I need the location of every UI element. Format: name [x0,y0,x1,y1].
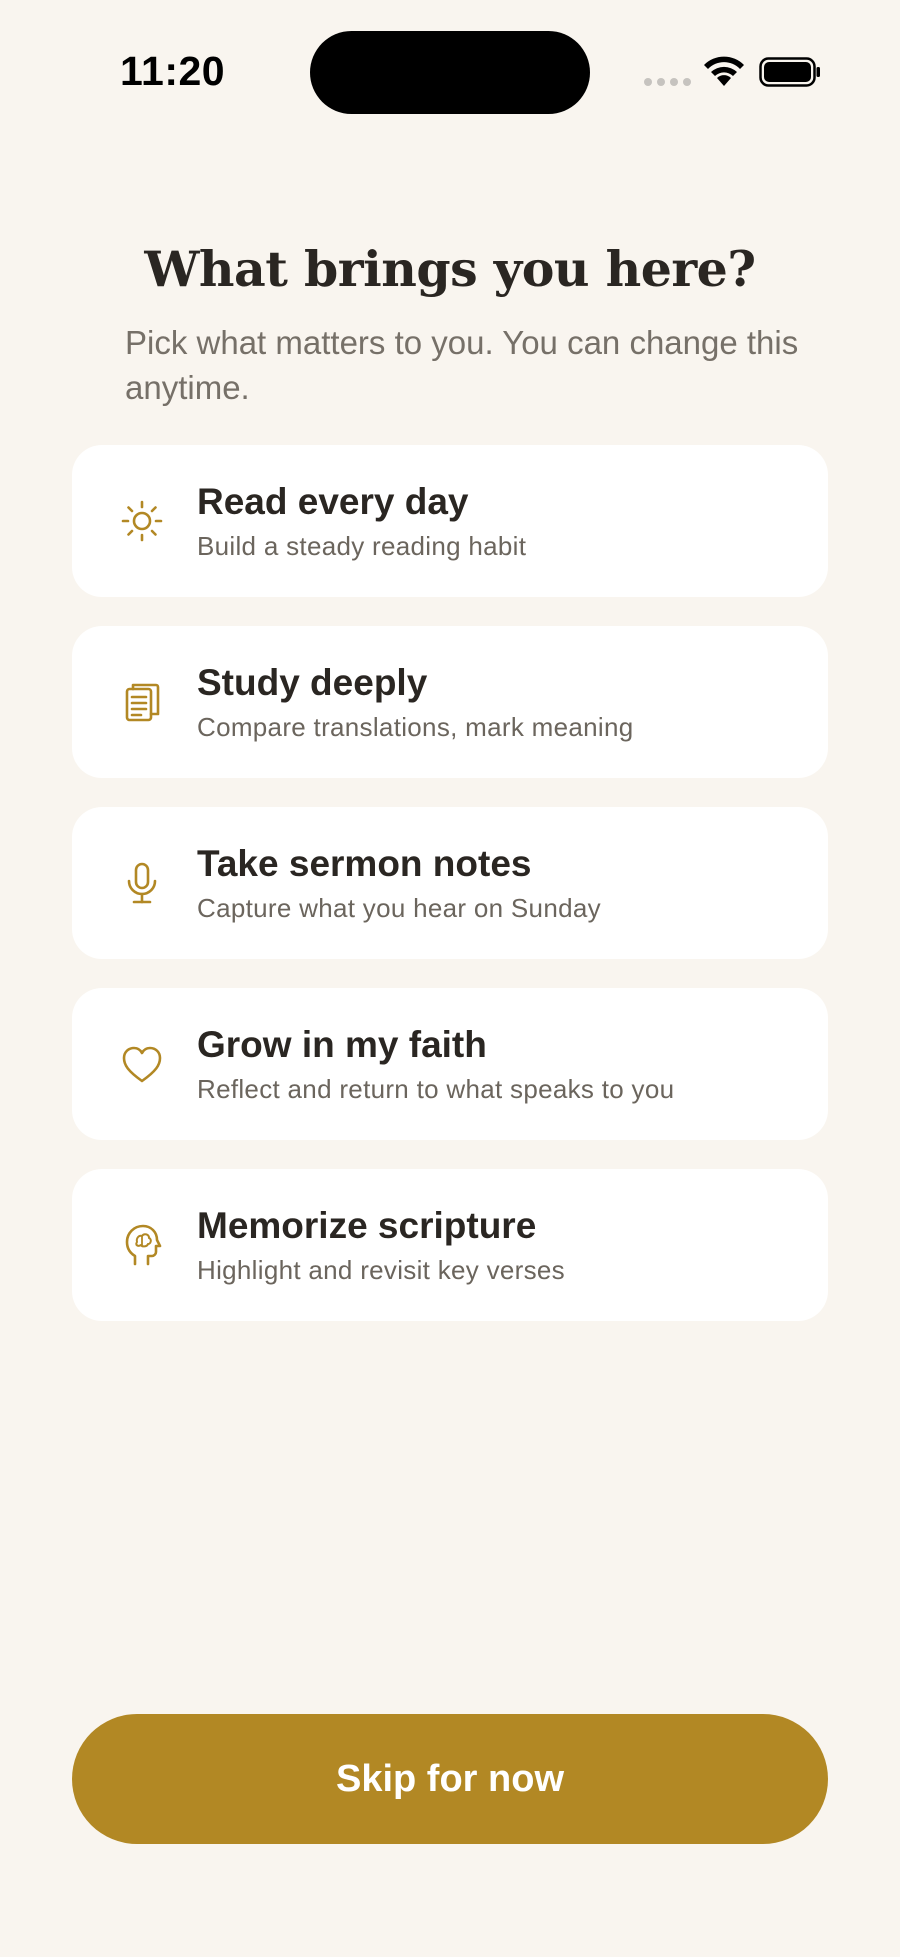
sun-icon [116,495,168,547]
microphone-icon [116,857,168,909]
option-take-sermon-notes[interactable]: Take sermon notes Capture what you hear … [72,807,828,959]
option-description: Compare translations, mark meaning [197,712,634,742]
option-description: Reflect and return to what speaks to you [197,1074,675,1104]
status-time: 11:20 [120,48,226,94]
option-label: Grow in my faith [197,1024,487,1065]
option-description: Capture what you hear on Sunday [197,893,601,923]
page-subtitle: Pick what matters to you. You can change… [125,324,799,406]
document-icon [116,676,168,728]
brain-head-icon [116,1219,168,1271]
option-description: Build a steady reading habit [197,531,527,561]
battery-icon [759,57,820,87]
option-read-every-day[interactable]: Read every day Build a steady reading ha… [72,445,828,597]
skip-button[interactable]: Skip for now [72,1714,828,1844]
option-label: Read every day [197,481,469,522]
goal-options-list: Read every day Build a steady reading ha… [72,445,828,1350]
option-label: Study deeply [197,662,428,703]
cellular-signal-icon [644,78,691,86]
option-label: Memorize scripture [197,1205,537,1246]
option-memorize-scripture[interactable]: Memorize scripture Highlight and revisit… [72,1169,828,1321]
option-grow-in-my-faith[interactable]: Grow in my faith Reflect and return to w… [72,988,828,1140]
status-bar: 11:20 [0,0,900,150]
option-label: Take sermon notes [197,843,532,884]
dynamic-island [310,31,590,114]
heart-icon [116,1038,168,1090]
option-description: Highlight and revisit key verses [197,1255,565,1285]
page-title: What brings you here? [144,240,756,298]
wifi-icon [704,56,744,86]
option-study-deeply[interactable]: Study deeply Compare translations, mark … [72,626,828,778]
